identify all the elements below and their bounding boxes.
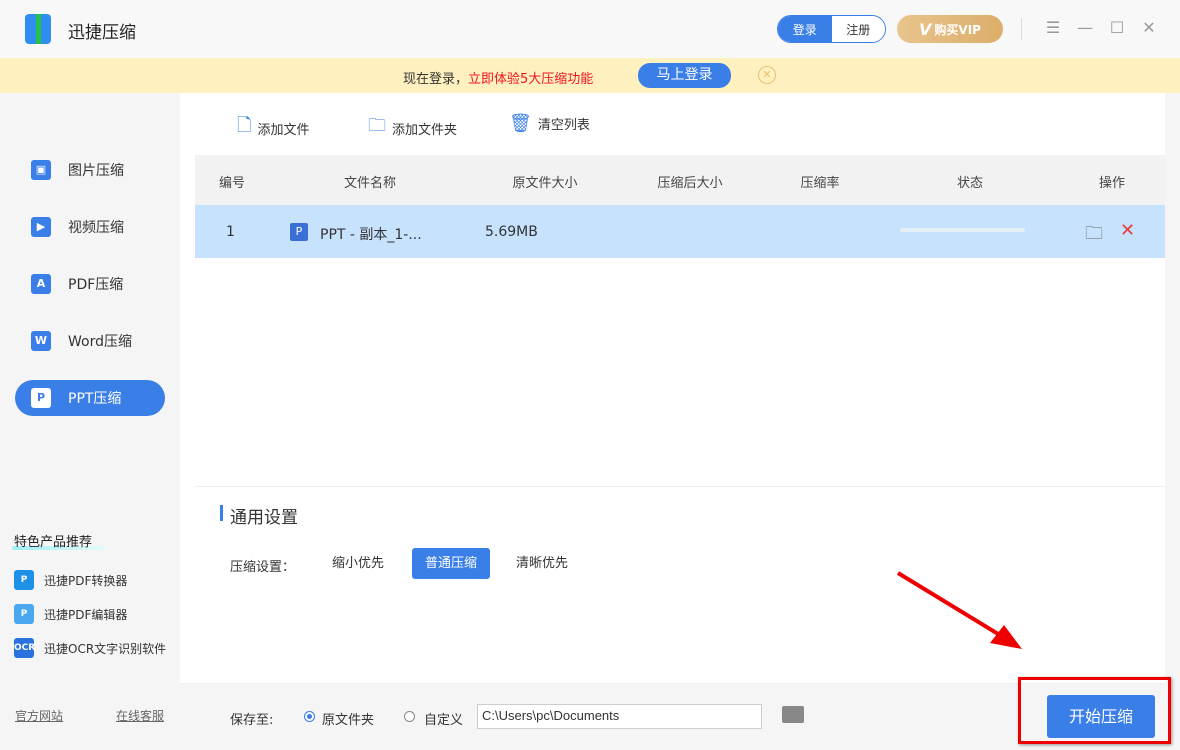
featured-title: 特色产品推荐 (14, 535, 93, 550)
sidebar-item-pdf[interactable]: A PDF压缩 (15, 266, 165, 302)
register-button[interactable]: 注册 (831, 16, 885, 42)
divider (1021, 18, 1022, 40)
header-name: 文件名称 (343, 176, 397, 191)
header-id: 编号 (218, 176, 246, 191)
header-ratio: 压缩率 (800, 176, 840, 191)
add-file-icon: 🗋 (237, 115, 252, 136)
option-normal[interactable]: 普通压缩 (412, 548, 491, 579)
auth-toggle: 登录 注册 (777, 15, 886, 43)
open-folder-icon[interactable]: 🗀 (1085, 221, 1103, 251)
banner-highlight: 立即体验5大压缩功能 (468, 72, 594, 87)
sidebar-item-label: PDF压缩 (68, 277, 124, 293)
product-ocr[interactable]: OCR 迅捷OCR文字识别软件 (14, 638, 166, 658)
pdf-icon: A (31, 274, 51, 294)
table-row[interactable]: 1 P PPT - 副本_1-... 5.69MB 🗀 ✕ (195, 205, 1165, 258)
login-banner: 现在登录，立即体验5大压缩功能 马上登录 ✕ (0, 58, 1180, 93)
sidebar-item-label: 视频压缩 (68, 220, 124, 236)
minimize-icon[interactable]: — (1075, 18, 1095, 38)
row-id: 1 (226, 224, 235, 240)
settings-title: 通用设置 (230, 508, 298, 528)
add-file-label: 添加文件 (257, 122, 310, 138)
divider (195, 486, 1165, 487)
option-clear[interactable]: 清晰优先 (503, 548, 581, 579)
ppt-file-icon: P (290, 223, 308, 241)
clear-list-button[interactable]: 🗑 清空列表 (509, 113, 590, 134)
add-folder-icon: 🗀 (368, 115, 386, 136)
trash-icon: 🗑 (509, 113, 532, 134)
pdf-editor-icon: P (14, 604, 34, 624)
sidebar-item-label: Word压缩 (68, 334, 132, 350)
pdf-converter-icon: P (14, 570, 34, 590)
sidebar-item-image[interactable]: ▣ 图片压缩 (15, 152, 165, 188)
close-icon[interactable]: ✕ (1139, 18, 1159, 38)
add-folder-button[interactable]: 🗀 添加文件夹 (368, 113, 457, 143)
ocr-icon: OCR (14, 638, 35, 658)
annotation-arrow (896, 571, 1022, 649)
radio-custom[interactable] (404, 711, 415, 722)
app-title: 迅捷压缩 (68, 23, 136, 43)
app-logo (25, 14, 51, 44)
ppt-icon: P (31, 388, 51, 408)
login-button[interactable]: 登录 (778, 16, 832, 42)
add-file-button[interactable]: 🗋 添加文件 (237, 113, 310, 143)
product-pdf-editor[interactable]: P 迅捷PDF编辑器 (14, 604, 127, 624)
product-label: 迅捷PDF编辑器 (44, 607, 128, 622)
header-actions: 操作 (1098, 176, 1126, 191)
save-path-input[interactable]: C:\Users\pc\Documents (477, 704, 762, 729)
compression-label: 压缩设置： (230, 560, 296, 575)
radio-original-folder[interactable] (304, 711, 315, 722)
title-bar (0, 0, 1180, 58)
vip-label: 购买VIP (934, 22, 981, 37)
sidebar-item-label: PPT压缩 (68, 391, 122, 407)
product-pdf-converter[interactable]: P 迅捷PDF转换器 (14, 570, 127, 590)
word-icon: W (31, 331, 51, 351)
header-status: 状态 (956, 176, 984, 191)
row-name: PPT - 副本_1-... (320, 227, 422, 243)
custom-label: 自定义 (424, 713, 464, 728)
section-marker (220, 505, 223, 521)
delete-icon[interactable]: ✕ (1120, 220, 1135, 241)
browse-folder-icon[interactable] (782, 706, 804, 723)
right-strip (1165, 93, 1180, 750)
original-folder-label: 原文件夹 (322, 713, 375, 728)
banner-prefix: 现在登录， (403, 72, 469, 87)
sidebar-item-label: 图片压缩 (68, 163, 124, 179)
image-icon: ▣ (31, 160, 51, 180)
official-site-link[interactable]: 官方网站 (15, 707, 63, 724)
banner-login-button[interactable]: 马上登录 (638, 63, 731, 88)
sidebar-item-ppt[interactable]: P PPT压缩 (15, 380, 165, 416)
row-size: 5.69MB (485, 224, 538, 240)
save-to-label: 保存至: (230, 713, 274, 728)
sidebar-item-word[interactable]: W Word压缩 (15, 323, 165, 359)
product-label: 迅捷OCR文字识别软件 (44, 641, 167, 656)
add-folder-label: 添加文件夹 (392, 122, 458, 138)
option-smaller[interactable]: 缩小优先 (319, 548, 397, 579)
header-compressed: 压缩后大小 (657, 176, 723, 191)
progress-bar (900, 228, 1025, 232)
clear-list-label: 清空列表 (537, 118, 590, 133)
vip-icon: V (919, 19, 932, 39)
table-header: 编号 文件名称 原文件大小 压缩后大小 压缩率 状态 操作 (195, 155, 1165, 205)
menu-icon[interactable]: ☰ (1043, 18, 1063, 38)
video-icon: ▶ (31, 217, 51, 237)
annotation-box (1018, 677, 1171, 744)
header-size: 原文件大小 (512, 176, 578, 191)
banner-text: 现在登录，立即体验5大压缩功能 (403, 68, 593, 87)
buy-vip-button[interactable]: V 购买VIP (897, 15, 1003, 43)
sidebar-item-video[interactable]: ▶ 视频压缩 (15, 209, 165, 245)
maximize-icon[interactable]: ☐ (1107, 18, 1127, 38)
product-label: 迅捷PDF转换器 (44, 573, 128, 588)
banner-close-icon[interactable]: ✕ (758, 66, 776, 84)
online-service-link[interactable]: 在线客服 (116, 707, 164, 724)
